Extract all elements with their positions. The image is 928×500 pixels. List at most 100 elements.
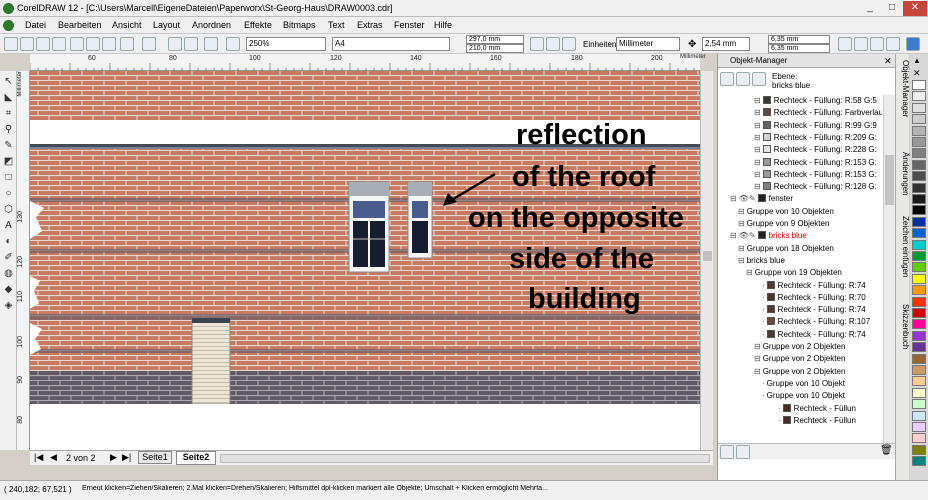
palette-swatch[interactable] <box>912 456 926 467</box>
layer-manager-view-icon[interactable] <box>752 72 766 86</box>
expand-icon[interactable]: · <box>762 292 765 304</box>
tree-scrollbar[interactable] <box>883 95 895 443</box>
annotation-line-1[interactable]: reflection <box>516 119 647 152</box>
expand-icon[interactable]: · <box>762 378 765 390</box>
expand-icon[interactable]: · <box>778 415 781 427</box>
palette-swatch[interactable] <box>912 365 926 375</box>
open-icon[interactable] <box>20 37 34 51</box>
vertical-ruler[interactable]: 130 120 110 100 90 80 Millimeter <box>17 71 30 450</box>
layer-visibility-icon[interactable]: 👁✎ <box>739 230 756 242</box>
object-row[interactable]: · Rechteck - Füllun <box>718 415 882 427</box>
nudge-distance-field[interactable]: 2,54 mm <box>702 37 750 51</box>
object-row[interactable]: · Rechteck - Füllung: R:74 <box>718 329 882 341</box>
close-button[interactable]: ✕ <box>903 1 927 16</box>
object-row[interactable]: ⊟ Gruppe von 18 Objekten <box>718 243 882 255</box>
page-height-field[interactable]: 210,0 mm <box>466 44 524 53</box>
palette-swatch[interactable] <box>912 433 926 444</box>
palette-swatch[interactable] <box>912 262 926 273</box>
canvas-margin[interactable] <box>30 404 700 450</box>
object-row[interactable]: ⊟ Rechteck - Füllung: R:99 G:9 <box>718 120 882 132</box>
new-master-layer-icon[interactable] <box>736 445 750 459</box>
palette-swatch[interactable] <box>912 353 926 364</box>
palette-swatch[interactable] <box>912 102 926 113</box>
menu-ansicht[interactable]: Ansicht <box>112 20 142 30</box>
palette-swatch[interactable] <box>912 228 926 239</box>
palette-swatch[interactable] <box>912 182 926 193</box>
undo-icon[interactable] <box>120 37 134 51</box>
object-row[interactable]: ⊟ Gruppe von 2 Objekten <box>718 366 882 378</box>
snap-objects-icon[interactable] <box>870 37 884 51</box>
object-tree[interactable]: ⊟ Rechteck - Füllung: R:58 G:5 ⊟ Rechteck -… <box>718 95 882 443</box>
object-row[interactable]: ⊟ Gruppe von 2 Objekten <box>718 341 882 353</box>
zoom-level-select[interactable]: 250% <box>246 37 326 51</box>
new-layer-icon[interactable] <box>720 445 734 459</box>
redo-icon[interactable] <box>142 37 156 51</box>
door-shutter[interactable] <box>191 317 231 404</box>
smart-fill-icon[interactable]: ◩ <box>2 155 15 168</box>
expand-icon[interactable]: ⊟ <box>738 243 745 255</box>
palette-swatch[interactable] <box>912 387 926 398</box>
annotation-line-3[interactable]: on the opposite <box>468 202 684 235</box>
expand-icon[interactable]: · <box>778 403 781 415</box>
duplicate-x-field[interactable]: 6,35 mm <box>768 35 830 44</box>
eyedropper-icon[interactable]: ✐ <box>2 251 15 264</box>
palette-swatch[interactable] <box>912 422 926 432</box>
crop-tool-icon[interactable]: ⌗ <box>2 107 15 120</box>
ellipse-tool-icon[interactable]: ○ <box>2 187 15 200</box>
palette-swatch[interactable] <box>912 444 926 455</box>
fill-tool-icon[interactable]: ◆ <box>2 283 15 296</box>
menu-layout[interactable]: Layout <box>153 20 180 30</box>
palette-swatch[interactable] <box>912 216 926 227</box>
tab-objekt-manager[interactable]: Objekt-Manager <box>896 58 910 148</box>
expand-icon[interactable]: ⊟ <box>730 230 737 242</box>
palette-swatch[interactable] <box>912 410 926 421</box>
palette-swatch[interactable] <box>912 330 926 341</box>
palette-swatch[interactable] <box>912 148 926 159</box>
import-icon[interactable] <box>168 37 182 51</box>
pick-tool-icon[interactable]: ↖ <box>2 75 15 88</box>
print-icon[interactable] <box>52 37 66 51</box>
menu-text[interactable]: Text <box>328 20 345 30</box>
palette-swatch[interactable] <box>912 205 926 216</box>
drawing-canvas[interactable]: reflection of the roof on the opposite s… <box>30 71 700 404</box>
expand-icon[interactable]: · <box>762 316 765 328</box>
units-select[interactable]: Millimeter <box>616 37 680 51</box>
object-row[interactable]: · Rechteck - Füllung: R:70 <box>718 292 882 304</box>
prev-page-icon[interactable]: ◀ <box>50 452 57 463</box>
palette-swatch[interactable] <box>912 80 926 90</box>
palette-swatch[interactable] <box>912 319 926 330</box>
window-large[interactable] <box>348 181 390 273</box>
tab-skizzenbuch[interactable]: Skizzenbuch <box>896 302 910 372</box>
object-row[interactable]: ⊟ Rechteck - Füllung: R:228 G: <box>718 144 882 156</box>
expand-icon[interactable]: ⊟ <box>754 95 761 107</box>
expand-icon[interactable]: ⊟ <box>754 120 761 132</box>
palette-swatch[interactable] <box>912 251 926 261</box>
layer-visibility-icon[interactable]: 👁✎ <box>739 193 756 205</box>
new-document-icon[interactable] <box>4 37 18 51</box>
object-row[interactable]: ⊟ Rechteck - Füllung: R:58 G:5 <box>718 95 882 107</box>
object-row[interactable]: ⊟ Rechteck - Füllung: R:128 G: <box>718 181 882 193</box>
corel-online-icon[interactable] <box>226 37 240 51</box>
expand-icon[interactable]: ⊟ <box>754 353 761 365</box>
first-page-icon[interactable]: |◀ <box>34 452 43 463</box>
menu-extras[interactable]: Extras <box>357 20 383 30</box>
expand-icon[interactable]: · <box>762 390 765 402</box>
palette-swatch[interactable] <box>912 308 926 318</box>
expand-icon[interactable]: ⊟ <box>746 267 753 279</box>
freehand-tool-icon[interactable]: ✎ <box>2 139 15 152</box>
last-page-icon[interactable]: ▶| <box>122 452 131 463</box>
tab-seite1[interactable]: Seite1 <box>138 451 172 464</box>
expand-icon[interactable]: · <box>762 304 765 316</box>
object-row[interactable]: · Rechteck - Füllun <box>718 403 882 415</box>
current-page-icon[interactable] <box>562 37 576 51</box>
layer-row[interactable]: ⊟ 👁✎ fenster <box>718 193 882 205</box>
tab-zeichen-einfuegen[interactable]: Zeichen einfügen <box>896 214 910 298</box>
expand-icon[interactable]: ⊟ <box>754 169 761 181</box>
palette-swatch[interactable] <box>912 239 926 250</box>
palette-swatch[interactable] <box>912 285 926 296</box>
menu-fenster[interactable]: Fenster <box>394 20 425 30</box>
options-icon[interactable] <box>906 37 920 51</box>
zoom-tool-icon[interactable]: ⚲ <box>2 123 15 136</box>
palette-swatch[interactable] <box>912 171 926 182</box>
layer-row[interactable]: ⊟ 👁✎ bricks blue <box>718 230 882 242</box>
